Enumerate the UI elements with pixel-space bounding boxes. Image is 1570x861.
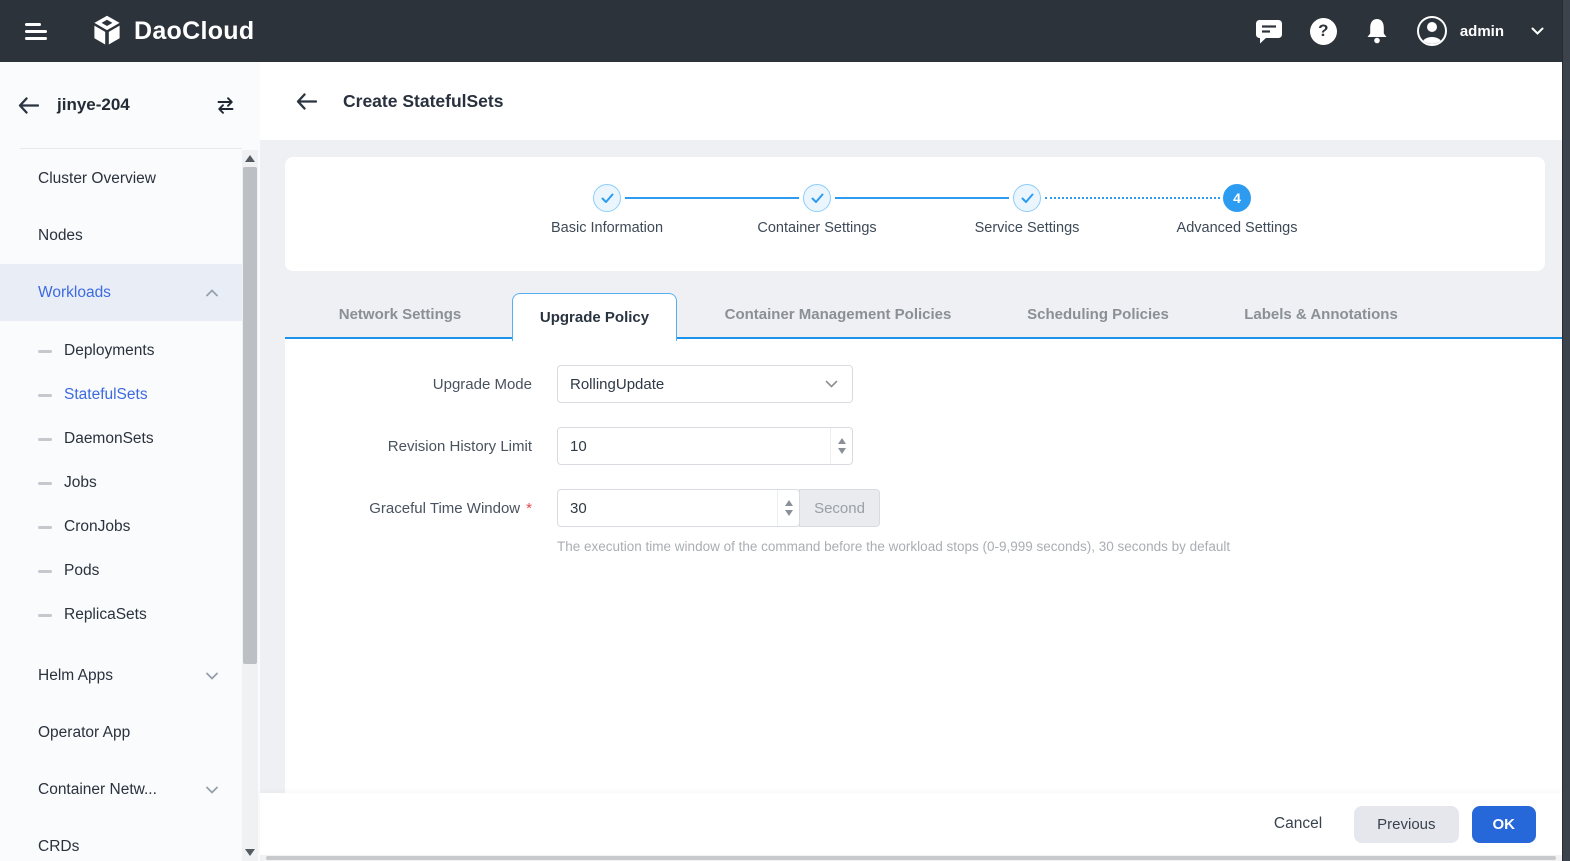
stepper-up-icon[interactable] bbox=[837, 438, 846, 444]
cancel-button[interactable]: Cancel bbox=[1256, 815, 1340, 833]
message-icon[interactable] bbox=[1255, 18, 1283, 44]
dash-icon bbox=[38, 437, 52, 441]
cluster-name: jinye-204 bbox=[57, 95, 130, 114]
sidebar-item-daemonsets[interactable]: DaemonSets bbox=[0, 417, 242, 461]
sidebar-item-pods[interactable]: Pods bbox=[0, 549, 242, 593]
upgrade-policy-panel: Upgrade Mode Revision History Limit Grac… bbox=[285, 339, 1562, 793]
daocloud-cube-icon bbox=[89, 13, 125, 49]
chevron-down-icon bbox=[206, 672, 218, 680]
help-icon[interactable]: ? bbox=[1309, 17, 1337, 45]
main-area: Create StatefulSets 4 Basic Information … bbox=[260, 62, 1562, 861]
chevron-up-icon bbox=[206, 288, 218, 297]
sidebar-divider bbox=[20, 148, 242, 149]
required-asterisk: * bbox=[526, 499, 532, 517]
notification-bell-icon[interactable] bbox=[1364, 17, 1390, 45]
dash-icon bbox=[38, 349, 52, 353]
previous-button[interactable]: Previous bbox=[1354, 805, 1459, 843]
sidebar-item-jobs[interactable]: Jobs bbox=[0, 461, 242, 505]
number-stepper[interactable] bbox=[777, 490, 799, 526]
user-avatar[interactable] bbox=[1416, 16, 1447, 46]
brand-logo[interactable]: DaoCloud bbox=[89, 13, 254, 49]
sidebar-item-cronjobs[interactable]: CronJobs bbox=[0, 505, 242, 549]
step-label-service-settings: Service Settings bbox=[974, 220, 1080, 236]
dash-icon bbox=[38, 613, 52, 617]
step-connector-dotted bbox=[1045, 197, 1220, 199]
horizontal-scrollbar-thumb[interactable] bbox=[266, 856, 1556, 860]
step-label-container-settings: Container Settings bbox=[757, 220, 877, 236]
sidebar-item-helm-apps[interactable]: Helm Apps bbox=[0, 647, 242, 704]
sidebar: jinye-204 Cluster Overview Nodes Workloa… bbox=[0, 62, 260, 861]
user-name: admin bbox=[1459, 22, 1504, 40]
stepper: 4 Basic Information Container Settings S… bbox=[285, 157, 1545, 271]
user-menu-chevron-down-icon[interactable] bbox=[1531, 27, 1544, 36]
tab-scheduling-policies[interactable]: Scheduling Policies bbox=[1027, 293, 1169, 337]
step-4-current-icon[interactable]: 4 bbox=[1223, 184, 1251, 212]
step-3-complete-icon[interactable] bbox=[1013, 184, 1041, 212]
dash-icon bbox=[38, 569, 52, 573]
tab-labels-annotations[interactable]: Labels & Annotations bbox=[1244, 293, 1398, 337]
sidebar-item-replicasets[interactable]: ReplicaSets bbox=[0, 593, 242, 637]
stepper-down-icon[interactable] bbox=[784, 510, 793, 516]
step-label-advanced-settings: Advanced Settings bbox=[1176, 220, 1298, 236]
dash-icon bbox=[38, 393, 52, 397]
sidebar-item-deployments[interactable]: Deployments bbox=[0, 329, 242, 373]
stepper-down-icon[interactable] bbox=[837, 448, 846, 454]
switch-cluster-icon[interactable] bbox=[215, 96, 236, 115]
app-window: DaoCloud ? admin jinye-204 Cluster Overv… bbox=[0, 0, 1570, 861]
graceful-time-window-help: The execution time window of the command… bbox=[557, 539, 1231, 554]
ok-button[interactable]: OK bbox=[1471, 805, 1536, 843]
dash-icon bbox=[38, 525, 52, 529]
step-connector bbox=[625, 197, 799, 199]
sidebar-item-crds[interactable]: CRDs bbox=[0, 818, 242, 861]
graceful-time-window-input[interactable] bbox=[557, 489, 800, 527]
graceful-time-window-label: Graceful Time Window * bbox=[369, 499, 532, 517]
revision-history-limit-input[interactable] bbox=[557, 427, 853, 465]
sidebar-item-workloads[interactable]: Workloads bbox=[0, 264, 242, 321]
page-title: Create StatefulSets bbox=[343, 90, 504, 111]
scroll-up-arrow-icon[interactable] bbox=[245, 155, 255, 162]
horizontal-scrollbar[interactable] bbox=[262, 855, 1562, 861]
upgrade-mode-select[interactable] bbox=[557, 365, 853, 403]
upgrade-mode-label: Upgrade Mode bbox=[432, 375, 532, 393]
step-label-basic-information: Basic Information bbox=[550, 220, 664, 236]
sidebar-item-statefulsets[interactable]: StatefulSets bbox=[0, 373, 242, 417]
stepper-up-icon[interactable] bbox=[784, 500, 793, 506]
scroll-down-arrow-icon[interactable] bbox=[245, 849, 255, 856]
sidebar-item-container-network[interactable]: Container Netw... bbox=[0, 761, 242, 818]
back-icon[interactable] bbox=[296, 92, 317, 110]
brand-name: DaoCloud bbox=[134, 16, 255, 45]
tab-upgrade-policy[interactable]: Upgrade Policy bbox=[512, 293, 677, 341]
footer-action-bar: Cancel Previous OK bbox=[260, 793, 1562, 855]
topbar: DaoCloud ? admin bbox=[0, 0, 1570, 62]
page-vertical-scrollbar[interactable] bbox=[1562, 0, 1570, 861]
step-2-complete-icon[interactable] bbox=[803, 184, 831, 212]
back-icon[interactable] bbox=[18, 96, 39, 114]
sidebar-header: jinye-204 bbox=[0, 62, 260, 148]
tab-bar: Network Settings Upgrade Policy Containe… bbox=[285, 293, 1562, 341]
sidebar-item-cluster-overview[interactable]: Cluster Overview bbox=[0, 150, 242, 207]
sidebar-item-nodes[interactable]: Nodes bbox=[0, 207, 242, 264]
chevron-down-icon bbox=[206, 786, 218, 794]
sidebar-nav: Cluster Overview Nodes Workloads Deploym… bbox=[0, 150, 242, 861]
sidebar-item-operator-app[interactable]: Operator App bbox=[0, 704, 242, 761]
hamburger-menu-icon[interactable] bbox=[25, 19, 47, 44]
tab-container-management-policies[interactable]: Container Management Policies bbox=[725, 293, 952, 337]
sidebar-scrollbar-thumb[interactable] bbox=[243, 167, 257, 664]
step-1-complete-icon[interactable] bbox=[593, 184, 621, 212]
tab-network-settings[interactable]: Network Settings bbox=[339, 293, 462, 337]
unit-addon: Second bbox=[799, 489, 880, 527]
revision-history-limit-label: Revision History Limit bbox=[387, 437, 532, 455]
number-stepper[interactable] bbox=[830, 428, 852, 464]
sidebar-scrollbar[interactable] bbox=[242, 150, 258, 861]
dash-icon bbox=[38, 481, 52, 485]
page-header: Create StatefulSets bbox=[260, 62, 1562, 140]
step-connector bbox=[835, 197, 1009, 199]
